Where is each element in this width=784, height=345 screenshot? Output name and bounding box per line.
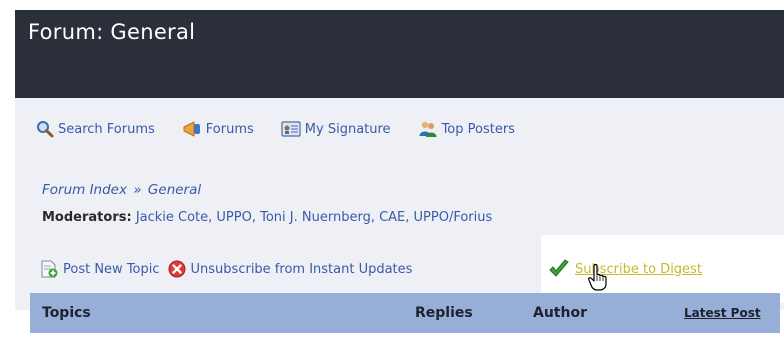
- subscribe-digest-link[interactable]: Subscribe to Digest: [548, 259, 702, 279]
- topics-table-header: Topics Replies Author Latest Post: [30, 293, 780, 333]
- moderators-names[interactable]: Jackie Cote, UPPO, Toni J. Nuernberg, CA…: [136, 210, 492, 225]
- forum-toolbar: Search Forums Forums My Signature Top Po…: [36, 118, 542, 140]
- forums-link[interactable]: Forums: [182, 120, 254, 138]
- users-icon: [419, 121, 437, 137]
- forums-label: Forums: [205, 121, 254, 137]
- top-posters-link[interactable]: Top Posters: [418, 120, 515, 138]
- post-new-topic-icon: [41, 260, 58, 278]
- megaphone-icon: [183, 121, 200, 137]
- breadcrumb: Forum Index » General: [42, 182, 201, 198]
- breadcrumb-separator: »: [133, 182, 142, 198]
- topic-actions: Post New Topic Unsubscribe from Instant …: [40, 258, 412, 280]
- top-posters-label: Top Posters: [441, 121, 515, 137]
- checkmark-icon: [549, 259, 569, 277]
- column-topics[interactable]: Topics: [42, 305, 91, 321]
- page-title: Forum: General: [28, 20, 196, 44]
- unsubscribe-icon: [168, 260, 186, 278]
- moderators-line: Moderators: Jackie Cote, UPPO, Toni J. N…: [42, 210, 492, 225]
- breadcrumb-current[interactable]: General: [148, 182, 201, 198]
- magnifier-icon: [37, 121, 54, 138]
- post-new-topic-button[interactable]: Post New Topic: [40, 260, 160, 278]
- unsubscribe-label: Unsubscribe from Instant Updates: [190, 261, 413, 277]
- column-author[interactable]: Author: [533, 305, 587, 321]
- column-latest-post[interactable]: Latest Post: [684, 306, 761, 320]
- my-signature-link[interactable]: My Signature: [281, 120, 391, 138]
- moderators-label: Moderators:: [42, 210, 132, 225]
- signature-card-icon: [281, 121, 301, 137]
- my-signature-label: My Signature: [304, 121, 391, 137]
- post-new-topic-label: Post New Topic: [63, 261, 160, 277]
- breadcrumb-forum-index[interactable]: Forum Index: [42, 182, 127, 198]
- unsubscribe-button[interactable]: Unsubscribe from Instant Updates: [168, 260, 413, 278]
- column-replies[interactable]: Replies: [415, 305, 473, 321]
- search-forums-label: Search Forums: [58, 121, 155, 137]
- forum-header: Forum: General: [15, 10, 784, 98]
- search-forums-link[interactable]: Search Forums: [36, 120, 155, 138]
- hand-cursor-icon: [588, 263, 607, 291]
